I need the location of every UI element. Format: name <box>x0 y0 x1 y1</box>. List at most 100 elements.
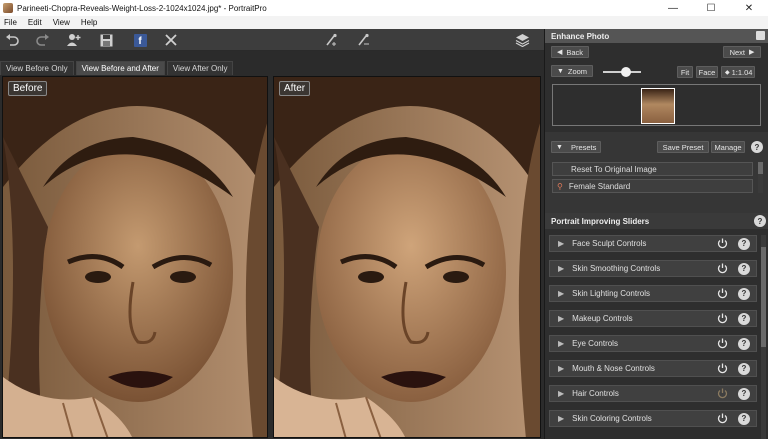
enhance-photo-title: Enhance Photo <box>551 31 610 41</box>
toolbar: f <box>0 29 544 51</box>
tab-view-before-only[interactable]: View Before Only <box>0 61 74 75</box>
sliders-scroll-thumb[interactable] <box>761 247 766 347</box>
sliders-title: Portrait Improving Sliders <box>551 216 650 226</box>
control-panel: Enhance Photo ◀ Back Next ▶ ▼ Zoom Fit F… <box>544 29 768 439</box>
presets-toggle[interactable]: ▼ Presets <box>551 141 601 153</box>
tab-view-before-and-after[interactable]: View Before and After <box>75 61 165 75</box>
sliders-help-icon[interactable]: ? <box>754 215 766 227</box>
zoom-slider-track[interactable] <box>603 67 641 77</box>
next-button[interactable]: Next ▶ <box>723 46 761 58</box>
slider-group-face-sculpt[interactable]: ▶ Face Sculpt Controls? <box>549 235 757 252</box>
back-label: Back <box>566 47 584 57</box>
window-title: Parineeti-Chopra-Reveals-Weight-Loss-2-1… <box>17 3 267 13</box>
slider-group-label: Makeup Controls <box>572 314 633 323</box>
power-icon[interactable] <box>716 288 728 300</box>
preset-item-reset[interactable]: Reset To Original Image <box>552 162 753 176</box>
slider-group-makeup[interactable]: ▶ Makeup Controls? <box>549 310 757 327</box>
power-icon[interactable] <box>716 313 728 325</box>
minimize-button[interactable]: — <box>654 0 692 16</box>
slider-group-label: Eye Controls <box>572 339 618 348</box>
save-preset-button[interactable]: Save Preset <box>657 141 709 153</box>
slider-group-label: Hair Controls <box>572 389 619 398</box>
expand-arrow-icon: ▶ <box>558 314 565 323</box>
expand-arrow-icon: ▶ <box>558 339 565 348</box>
expand-arrow-icon: ▶ <box>558 389 565 398</box>
power-icon[interactable] <box>716 338 728 350</box>
undo-icon[interactable] <box>4 32 20 48</box>
brush-remove-icon[interactable] <box>356 32 372 48</box>
slider-group-label: Skin Smoothing Controls <box>572 264 661 273</box>
presets-arrow-icon: ▼ <box>556 143 563 151</box>
zoom-slider-thumb[interactable] <box>620 67 631 77</box>
back-button[interactable]: ◀ Back <box>551 46 589 58</box>
manage-presets-button[interactable]: Manage <box>711 141 745 153</box>
zoom-ratio-value: 1:1.04 <box>731 67 753 77</box>
brush-add-icon[interactable] <box>324 32 340 48</box>
slider-group-hair[interactable]: ▶ Hair Controls? <box>549 385 757 402</box>
zoom-label: Zoom <box>567 66 588 76</box>
menu-file[interactable]: File <box>4 18 17 27</box>
menu-edit[interactable]: Edit <box>28 18 42 27</box>
power-icon[interactable] <box>716 238 728 250</box>
presets-help-icon[interactable]: ? <box>751 141 763 153</box>
presets-section: ▼ Presets Save Preset Manage ? Reset To … <box>545 132 768 216</box>
slider-group-skin-lighting[interactable]: ▶ Skin Lighting Controls? <box>549 285 757 302</box>
power-icon[interactable] <box>716 363 728 375</box>
slider-group-label: Mouth & Nose Controls <box>572 364 655 373</box>
face-button[interactable]: Face <box>696 66 718 78</box>
presets-scrollbar[interactable] <box>758 162 763 193</box>
image-navigator[interactable] <box>552 84 761 126</box>
after-label: After <box>279 81 311 96</box>
tab-view-after-only[interactable]: View After Only <box>166 61 234 75</box>
help-icon[interactable]: ? <box>738 337 750 350</box>
power-icon[interactable] <box>716 263 728 275</box>
after-image-pane[interactable]: After <box>273 76 541 438</box>
menu-help[interactable]: Help <box>81 18 97 27</box>
close-icon[interactable] <box>163 32 179 48</box>
sliders-scrollbar[interactable] <box>761 235 766 439</box>
fit-button[interactable]: Fit <box>677 66 693 78</box>
menu-bar: File Edit View Help <box>0 16 768 29</box>
add-person-icon[interactable] <box>66 32 82 48</box>
slider-group-eye[interactable]: ▶ Eye Controls? <box>549 335 757 352</box>
sliders-header: Portrait Improving Sliders ? <box>545 213 768 229</box>
redo-icon[interactable] <box>35 32 51 48</box>
help-icon[interactable]: ? <box>738 312 750 325</box>
help-icon[interactable]: ? <box>738 287 750 300</box>
expand-arrow-icon: ▶ <box>558 239 565 248</box>
save-icon[interactable] <box>98 32 114 48</box>
expand-arrow-icon: ▶ <box>558 264 565 273</box>
panel-lock-icon[interactable] <box>756 31 765 40</box>
before-portrait-image <box>3 77 267 437</box>
layers-icon[interactable] <box>514 32 530 48</box>
view-tabs: View Before Only View Before and After V… <box>0 61 235 75</box>
help-icon[interactable]: ? <box>738 412 750 425</box>
power-icon[interactable] <box>716 413 728 425</box>
slider-group-skin-smoothing[interactable]: ▶ Skin Smoothing Controls? <box>549 260 757 277</box>
slider-group-mouth-nose[interactable]: ▶ Mouth & Nose Controls? <box>549 360 757 377</box>
presets-scroll-thumb[interactable] <box>758 162 763 174</box>
preset-pin-icon: ⚲ <box>557 181 563 191</box>
window-controls: — ☐ ✕ <box>654 0 768 16</box>
back-arrow-icon: ◀ <box>556 49 563 56</box>
portraitpro-window: Parineeti-Chopra-Reveals-Weight-Loss-2-1… <box>0 0 768 439</box>
slider-group-label: Face Sculpt Controls <box>572 239 647 248</box>
zoom-toggle[interactable]: ▼ Zoom <box>551 65 593 77</box>
before-image-pane[interactable]: Before <box>2 76 268 438</box>
next-arrow-icon: ▶ <box>749 49 755 56</box>
slider-group-skin-coloring[interactable]: ▶ Skin Coloring Controls? <box>549 410 757 427</box>
help-icon[interactable]: ? <box>738 387 750 400</box>
after-portrait-image <box>274 77 540 437</box>
help-icon[interactable]: ? <box>738 237 750 250</box>
facebook-icon[interactable]: f <box>132 32 148 48</box>
menu-view[interactable]: View <box>53 18 70 27</box>
zoom-ratio-field[interactable]: ◆ 1:1.04 <box>721 66 755 78</box>
power-icon[interactable] <box>716 388 728 400</box>
close-window-button[interactable]: ✕ <box>730 0 768 16</box>
expand-arrow-icon: ▶ <box>558 289 565 298</box>
help-icon[interactable]: ? <box>738 262 750 275</box>
navigator-thumbnail[interactable] <box>641 88 675 124</box>
maximize-button[interactable]: ☐ <box>692 0 730 16</box>
help-icon[interactable]: ? <box>738 362 750 375</box>
preset-item-female-standard[interactable]: ⚲ Female Standard <box>552 179 753 193</box>
